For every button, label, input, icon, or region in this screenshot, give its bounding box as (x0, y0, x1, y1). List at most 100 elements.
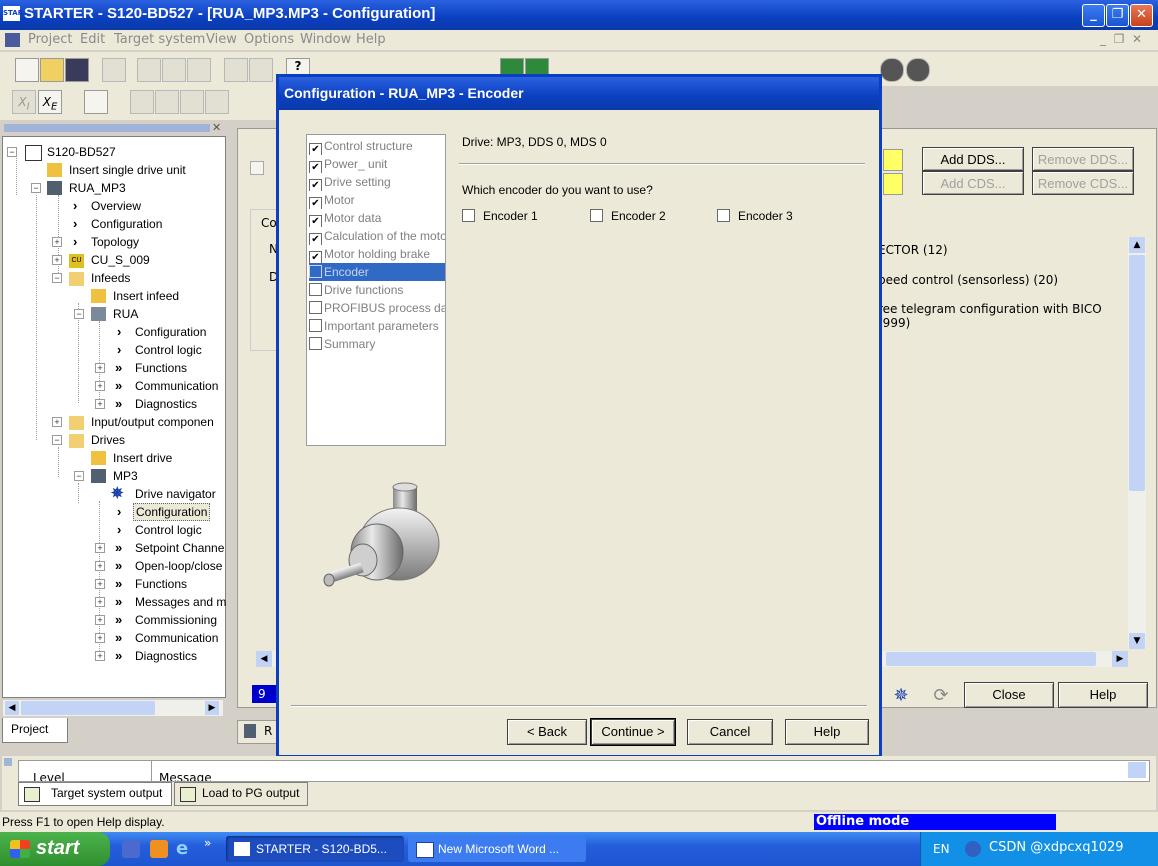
tree-item[interactable]: Messages and m (135, 593, 226, 611)
wizard-step[interactable]: ✔ Power_ unit (309, 155, 445, 173)
offline-icon[interactable] (906, 58, 930, 82)
tree-item[interactable]: Control logic (135, 521, 202, 539)
remove-cds-button[interactable]: Remove CDS... (1032, 171, 1134, 195)
tree-item[interactable]: RUA (113, 305, 138, 323)
menu-window[interactable]: Window (300, 32, 351, 47)
wizard-step[interactable]: Summary (309, 335, 445, 353)
tree-item[interactable]: Insert infeed (113, 287, 179, 305)
online-icon[interactable] (880, 58, 904, 82)
scroll-left-icon[interactable]: ◀ (256, 651, 272, 667)
encoder3-option[interactable]: Encoder 3 (717, 209, 793, 223)
tree-item[interactable]: Diagnostics (135, 647, 197, 665)
scroll-down-icon[interactable]: ▼ (1129, 633, 1145, 649)
maximize-button[interactable]: ❐ (1106, 4, 1129, 27)
wizard-step[interactable]: ✔ Motor holding brake (309, 245, 445, 263)
xe-icon[interactable]: XE (38, 90, 62, 114)
help-button[interactable]: Help (785, 719, 869, 745)
scroll-thumb[interactable] (21, 701, 155, 715)
tab-project[interactable]: Project (2, 718, 68, 743)
tree-item[interactable]: Overview (91, 197, 141, 215)
remove-dds-button[interactable]: Remove DDS... (1032, 147, 1134, 171)
tree-item[interactable]: CU_S_009 (91, 251, 150, 269)
tree-item[interactable]: Open-loop/close (135, 557, 222, 575)
bg-checkbox[interactable] (250, 161, 264, 175)
menu-target-system[interactable]: Target system (114, 32, 205, 47)
tree-item[interactable]: Insert single drive unit (69, 161, 186, 179)
wizard-step[interactable]: ✔ Control structure (309, 137, 445, 155)
wizard-step[interactable]: ✔ Motor data (309, 209, 445, 227)
ie-icon[interactable]: e (176, 838, 188, 859)
tree-item[interactable]: Configuration (135, 323, 206, 341)
close-button[interactable]: ✕ (1130, 4, 1153, 27)
tree-item[interactable]: Input/output componen (91, 413, 214, 431)
mdi-controls[interactable]: _ ❐ ✕ (1100, 32, 1142, 46)
col-level[interactable]: Level (33, 771, 65, 781)
start-button[interactable]: start (0, 832, 110, 866)
menu-project[interactable]: Project (28, 32, 72, 47)
cancel-button[interactable]: Cancel (687, 719, 773, 745)
scroll-thumb[interactable] (886, 652, 1096, 666)
paste-icon[interactable] (187, 58, 211, 82)
scroll-right-icon[interactable]: ▶ (205, 701, 219, 715)
scroll-up-icon[interactable]: ▲ (1129, 237, 1145, 253)
tree-item[interactable]: Drives (91, 431, 125, 449)
back-button[interactable]: < Back (507, 719, 587, 745)
tree-item[interactable]: RUA_MP3 (69, 179, 126, 197)
close-config-button[interactable]: Close (964, 682, 1054, 708)
tree-item[interactable]: Setpoint Channe (135, 539, 224, 557)
tray-arrow-icon[interactable] (965, 841, 981, 857)
wizard-step[interactable]: Drive functions (309, 281, 445, 299)
task-starter[interactable]: STARTER - S120-BD5... (226, 836, 404, 862)
tree-item[interactable]: Functions (135, 575, 187, 593)
encoder1-option[interactable]: Encoder 1 (462, 209, 538, 223)
wizard-step[interactable]: PROFIBUS process da (309, 299, 445, 317)
tree-item[interactable]: Drive navigator (135, 485, 216, 503)
upload-icon[interactable] (155, 90, 179, 114)
tree-item[interactable]: Communication (135, 629, 218, 647)
wizard-step[interactable]: ✔ Motor (309, 191, 445, 209)
task-word[interactable]: New Microsoft Word ... (408, 836, 586, 862)
encoder2-checkbox[interactable] (590, 209, 603, 222)
new-icon[interactable] (15, 58, 39, 82)
tab-load-to-pg-output[interactable]: Load to PG output (174, 782, 308, 806)
scroll-thumb[interactable] (1129, 255, 1145, 491)
help-config-button[interactable]: Help (1058, 682, 1148, 708)
col-message[interactable]: Message (159, 771, 212, 781)
menu-help[interactable]: Help (356, 32, 386, 47)
continue-button[interactable]: Continue > (590, 718, 676, 746)
refresh-icon[interactable]: ⟳ (928, 685, 954, 707)
quicklaunch-more-icon[interactable]: » (204, 836, 211, 850)
scroll-left-icon[interactable]: ◀ (5, 701, 19, 715)
encoder1-checkbox[interactable] (462, 209, 475, 222)
add-cds-button[interactable]: Add CDS... (922, 171, 1024, 195)
bg-bottom-tab[interactable]: R (237, 720, 279, 744)
tree-item[interactable]: Communication (135, 377, 218, 395)
add-dds-button[interactable]: Add DDS... (922, 147, 1024, 171)
copy-ram-icon[interactable] (205, 90, 229, 114)
menu-edit[interactable]: Edit (80, 32, 105, 47)
tree-hscrollbar[interactable]: ◀ ▶ (3, 699, 223, 716)
encoder3-checkbox[interactable] (717, 209, 730, 222)
encoder2-option[interactable]: Encoder 2 (590, 209, 666, 223)
wizard-step[interactable]: ✔ Calculation of the moto (309, 227, 445, 245)
print-icon[interactable] (102, 58, 126, 82)
minimize-button[interactable]: _ (1082, 4, 1105, 27)
download-icon[interactable] (130, 90, 154, 114)
copy-icon[interactable] (162, 58, 186, 82)
tree-item[interactable]: Control logic (135, 341, 202, 359)
tree-item[interactable]: MP3 (113, 467, 138, 485)
open-icon[interactable] (40, 58, 64, 82)
tab-target-system-output[interactable]: Target system output (18, 782, 172, 806)
bg-vscrollbar[interactable]: ▲ ▼ (1128, 237, 1146, 649)
app-quicklaunch-icon[interactable] (150, 840, 168, 858)
xi-icon[interactable]: XI (12, 90, 36, 114)
document-icon[interactable] (5, 33, 20, 47)
panel-grip[interactable] (4, 124, 210, 132)
compare-icon[interactable] (180, 90, 204, 114)
wizard-step-current[interactable]: Encoder (309, 263, 445, 281)
panel-close-icon[interactable]: ✕ (212, 121, 221, 134)
tree-item[interactable]: Diagnostics (135, 395, 197, 413)
save-icon[interactable] (65, 58, 89, 82)
menu-view[interactable]: View (206, 32, 237, 47)
tree-item[interactable]: Topology (91, 233, 139, 251)
